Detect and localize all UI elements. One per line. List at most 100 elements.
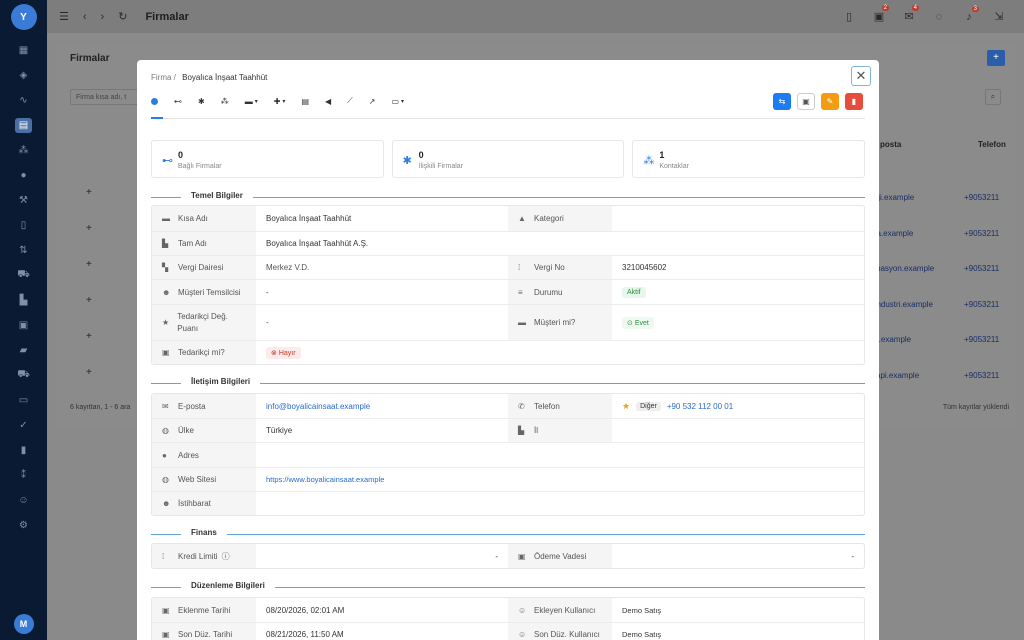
id-card-icon: ▬ — [162, 214, 170, 223]
profile-avatar[interactable]: M — [13, 614, 34, 634]
chevron-down-icon: ▾ — [282, 98, 286, 105]
info-row: ☻ Müşteri Temsilcisi - ≡ Durumu Aktif — [152, 279, 864, 304]
tab-briefcase[interactable]: ▬ ▾ — [245, 97, 258, 106]
bg-search-icon[interactable]: ⌕ — [985, 89, 1001, 105]
truck-icon[interactable]: ⛟ — [0, 363, 47, 388]
info-row: ▬ Kısa Adı Boyalıca İnşaat Taahhüt ▲ Kateg… — [152, 206, 864, 231]
layers-icon[interactable]: ◈ — [0, 63, 47, 88]
grid-icon[interactable]: ▦ — [0, 38, 47, 63]
close-icon: ✕ — [855, 68, 867, 83]
tab-messages[interactable]: ▤ — [301, 97, 309, 106]
files-icon[interactable]: ▮ — [0, 438, 47, 463]
stat-contacts[interactable]: ⁂ 1 Kontaklar — [632, 140, 866, 178]
star-icon: ★ — [162, 317, 170, 327]
phone-link[interactable]: +90 532 112 00 01 — [667, 402, 733, 411]
supplier-score-value: - — [266, 318, 269, 327]
mail-icon[interactable]: ✉ 4 — [894, 5, 924, 23]
factory-icon[interactable]: ▙ — [0, 288, 47, 313]
box-icon[interactable]: ▣ — [0, 313, 47, 338]
back-icon[interactable]: ‹ — [83, 11, 87, 23]
save-icon: ▣ — [802, 97, 810, 106]
delete-button[interactable]: ▮ — [845, 93, 863, 110]
stat-related-companies[interactable]: ✱ 0 İlişkili Firmalar — [391, 140, 625, 178]
bg-search-input[interactable]: Firma kısa adı, t — [70, 89, 140, 105]
logout-icon[interactable]: ⇲ — [984, 10, 1014, 23]
refresh-icon[interactable]: ↻ — [118, 10, 127, 23]
contact-info-grid: ✉ E-posta info@boyalicainsaat.example ✆ Te… — [151, 393, 865, 516]
megaphone-icon: ◀ — [325, 96, 332, 106]
edit-button[interactable]: ✎ — [821, 93, 839, 110]
transfer-button[interactable]: ⇆ — [773, 93, 791, 110]
tab-info[interactable] — [151, 97, 158, 105]
created-by-value: Demo Satış — [622, 605, 662, 615]
info-row: ◍ Ülke Türkiye ▙ İl — [152, 418, 864, 442]
breadcrumb: Firma / Boyalıca İnşaat Taahhüt — [151, 73, 268, 82]
stat-value: 1 — [659, 150, 665, 160]
cart-icon[interactable]: ⛟ — [0, 263, 47, 288]
city-value — [612, 419, 864, 442]
updated-date-value: 08/21/2026, 11:50 AM — [266, 630, 344, 639]
user-avatar[interactable]: Y — [10, 4, 37, 30]
message-icon: ▤ — [301, 96, 309, 106]
tax-office-value: Merkez V.D. — [266, 263, 310, 272]
bg-email: imasyon.example — [872, 264, 935, 273]
sort-icon[interactable]: ⇅ — [0, 238, 47, 263]
page-title: Firmalar — [145, 10, 189, 23]
bg-col-eposta: posta — [880, 140, 902, 149]
section-contact-info: İletişim Bilgileri — [151, 377, 865, 389]
swap-icon: ⇆ — [778, 97, 786, 106]
email-cell: info@boyalicainsaat.example — [256, 394, 508, 418]
tab-contacts[interactable]: ⁂ — [221, 97, 229, 106]
field-label: ◍ Ülke — [152, 419, 256, 442]
document-icon[interactable]: ▯ — [0, 213, 47, 238]
activity-icon[interactable]: ∿ — [0, 88, 47, 113]
representative-value: - — [266, 287, 269, 297]
check-icon[interactable]: ✓ — [0, 413, 47, 438]
tab-folder[interactable]: ▭ ▾ — [391, 97, 404, 106]
tab-linked[interactable]: ⊷ — [174, 97, 182, 106]
breadcrumb-root[interactable]: Firma — [151, 73, 171, 82]
email-link[interactable]: info@boyalicainsaat.example — [266, 402, 370, 411]
field-label: ▬ Müşteri mi? — [508, 305, 612, 340]
supplier-cell: ⊗ Hayır — [256, 341, 864, 364]
section-title: İletişim Bilgileri — [181, 377, 261, 386]
website-link[interactable]: https://www.boyalicainsaat.example — [266, 475, 384, 484]
save-button[interactable]: ▣ — [797, 93, 815, 110]
close-button[interactable]: ✕ — [851, 66, 871, 86]
topbar: ☰ ‹ › ↻ Firmalar ▯ ▣ 2 ✉ 4 ◌ ♪ 3 ⇲ — [47, 0, 1024, 33]
tab-trend[interactable]: ⟋ — [347, 96, 353, 106]
calendar-icon[interactable]: ▣ 2 — [864, 5, 894, 23]
field-label: ☻ İstihbarat — [152, 492, 256, 515]
tab-related[interactable]: ✱ — [198, 97, 205, 106]
user-icon[interactable]: ☺ — [0, 488, 47, 513]
forward-icon[interactable]: › — [101, 11, 105, 23]
stat-label: İlişkili Firmalar — [418, 163, 464, 170]
folder-icon[interactable]: ▭ — [0, 388, 47, 413]
bg-add-button[interactable]: + — [987, 50, 1005, 66]
folder-open-icon[interactable]: ▰ — [0, 338, 47, 363]
tab-puzzle[interactable]: ✚ ▾ — [274, 97, 286, 106]
company-icon[interactable]: ▤ — [0, 113, 47, 138]
field-label: ☺ Ekleyen Kullanıcı — [508, 598, 612, 622]
info-circle-icon[interactable]: ⓘ — [222, 551, 230, 562]
network-icon[interactable]: ⁂ — [0, 138, 47, 163]
chat-icon[interactable]: ◌ — [924, 11, 954, 23]
section-divider — [151, 197, 865, 198]
stat-linked-companies[interactable]: ⊷ 0 Bağlı Firmalar — [151, 140, 384, 178]
gear-icon[interactable]: ⚙ — [0, 513, 47, 538]
team-icon[interactable]: ⁑ — [0, 463, 47, 488]
field-label: ▣ Eklenme Tarihi — [152, 598, 256, 622]
wrench-icon[interactable]: ⚒ — [0, 188, 47, 213]
customer-cell: ⊙ Evet — [612, 305, 864, 340]
menu-icon[interactable]: ☰ — [59, 10, 69, 23]
bg-footer-left: 6 kayıttan, 1 - 6 ara — [70, 404, 131, 411]
bg-email: yapi.example — [872, 370, 920, 380]
document-icon[interactable]: ▯ — [834, 10, 864, 23]
mail-badge: 4 — [911, 5, 919, 11]
tab-announce[interactable]: ◀ — [325, 97, 331, 106]
bulb-icon[interactable]: ● — [0, 163, 47, 188]
tab-trend-up[interactable]: ↗ — [369, 97, 376, 106]
edit-info-grid: ▣ Eklenme Tarihi 08/20/2026, 02:01 AM ☺ Ek… — [151, 597, 865, 640]
globe-icon: ◍ — [162, 475, 169, 484]
bell-icon[interactable]: ♪ 3 — [954, 5, 984, 23]
